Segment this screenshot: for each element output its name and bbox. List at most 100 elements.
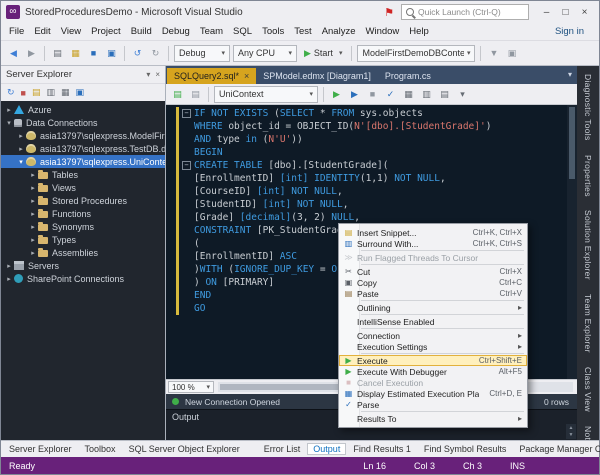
menu-project[interactable]: Project (86, 26, 126, 37)
context-results-to[interactable]: Results To▸ (339, 413, 527, 424)
context-outlining[interactable]: Outlining▸ (339, 302, 527, 313)
tab-program-cs[interactable]: Program.cs (378, 68, 438, 84)
menu-edit[interactable]: Edit (29, 26, 55, 37)
menu-debug[interactable]: Debug (157, 26, 195, 37)
context-cancel-execution[interactable]: ■Cancel Execution (339, 377, 527, 388)
tree-item-data-connections[interactable]: ▾Data Connections (1, 116, 165, 129)
tree-collapsed-icon[interactable]: ▸ (28, 223, 38, 231)
context-run-flagged-threads-to-cursor[interactable]: ≫Run Flagged Threads To Cursor (339, 252, 527, 263)
tab-sqlquery2-sql[interactable]: SQLQuery2.sql*× (167, 68, 256, 84)
tree-expanded-icon[interactable]: ▾ (4, 119, 14, 127)
connect-database-icon[interactable]: ▤ (32, 87, 41, 98)
breakpoint-margin[interactable] (166, 105, 176, 379)
bottom-tab-find-symbol-results[interactable]: Find Symbol Results (418, 443, 513, 455)
tree-collapsed-icon[interactable]: ▸ (28, 249, 38, 257)
scroll-up-icon[interactable]: ▲ (569, 425, 574, 431)
output-scrollbar[interactable]: ▲ ▼ (566, 424, 576, 439)
menu-help[interactable]: Help (404, 26, 434, 37)
redo-icon[interactable]: ↻ (148, 48, 163, 59)
new-query-icon[interactable]: ▣ (76, 87, 85, 98)
database-combo[interactable]: UniContext▾ (214, 86, 318, 103)
connect-icon[interactable]: ▤ (170, 89, 185, 100)
open-file-icon[interactable]: ▦ (68, 48, 83, 59)
close-icon[interactable]: × (244, 71, 249, 81)
quick-launch-box[interactable]: Quick Launch (Ctrl-Q) (401, 4, 529, 20)
nav-forward-icon[interactable]: ▶ (24, 48, 39, 59)
db-context-combo[interactable]: ModelFirstDemoDBContext▾ (357, 45, 475, 62)
tree-collapsed-icon[interactable]: ▸ (16, 132, 26, 140)
context-paste[interactable]: ▤PasteCtrl+V (339, 288, 527, 299)
refresh-icon[interactable]: ↻ (7, 87, 15, 98)
panel-close-icon[interactable]: × (155, 70, 160, 79)
minimize-button[interactable]: – (537, 4, 556, 21)
sign-in-link[interactable]: Sign in (555, 26, 596, 37)
context-insert-snippet[interactable]: ▤Insert Snippet...Ctrl+K, Ctrl+X (339, 227, 527, 238)
find-in-files-icon[interactable]: ▼ (486, 48, 501, 58)
menu-test[interactable]: Test (289, 26, 316, 37)
notification-flag-icon[interactable]: ⚑ (384, 6, 394, 19)
tree-collapsed-icon[interactable]: ▸ (16, 145, 26, 153)
scroll-down-icon[interactable]: ▼ (569, 432, 574, 438)
menu-team[interactable]: Team (195, 26, 228, 37)
tree-item-asia13797-sqlexpress-unicontext-dbo[interactable]: ▾asia13797\sqlexpress.UniContext.dbo (1, 155, 165, 168)
execute-query-icon[interactable]: ▶ (329, 89, 344, 100)
tree-item-asia13797-sqlexpress-modelfirstdemodb-dbo[interactable]: ▸asia13797\sqlexpress.ModelFirstDemoDB.d… (1, 129, 165, 142)
connect-sharepoint-icon[interactable]: ▦ (61, 87, 70, 98)
cancel-execution-icon[interactable]: ■ (365, 89, 380, 99)
maximize-button[interactable]: □ (556, 4, 575, 21)
context-execute[interactable]: ▶ExecuteCtrl+Shift+E (339, 355, 527, 366)
tree-item-types[interactable]: ▸Types (1, 233, 165, 246)
bottom-tab-find-results-1[interactable]: Find Results 1 (347, 443, 417, 455)
new-file-icon[interactable]: ▤ (50, 48, 65, 59)
tree-item-stored-procedures[interactable]: ▸Stored Procedures (1, 194, 165, 207)
tab-list-icon[interactable]: ▾ (568, 70, 572, 79)
tree-item-sharepoint-connections[interactable]: ▸SharePoint Connections (1, 272, 165, 285)
bottom-tab-package-manager-console[interactable]: Package Manager Console (513, 443, 600, 455)
undo-icon[interactable]: ↺ (130, 48, 145, 59)
context-execute-with-debugger[interactable]: ▶Execute With DebuggerAlt+F5 (339, 366, 527, 377)
tree-expanded-icon[interactable]: ▾ (16, 158, 26, 166)
stop-refresh-icon[interactable]: ■ (21, 88, 26, 98)
tree-item-views[interactable]: ▸Views (1, 181, 165, 194)
nav-back-icon[interactable]: ◀ (6, 48, 21, 59)
tree-item-functions[interactable]: ▸Functions (1, 207, 165, 220)
zoom-combo[interactable]: 100 % ▾ (168, 381, 214, 393)
bottom-tab-error-list[interactable]: Error List (258, 443, 307, 455)
tree-item-tables[interactable]: ▸Tables (1, 168, 165, 181)
disconnect-icon[interactable]: ▤ (188, 89, 203, 100)
context-display-estimated-execution-plan[interactable]: ▦Display Estimated Execution PlanCtrl+D,… (339, 388, 527, 399)
fold-marker-icon[interactable]: − (182, 109, 191, 118)
bottom-tab-server-explorer[interactable]: Server Explorer (3, 443, 78, 455)
start-debugging-button[interactable]: ▶Start▾ (300, 45, 346, 62)
tree-collapsed-icon[interactable]: ▸ (28, 210, 38, 218)
scrollbar-thumb[interactable] (569, 107, 575, 179)
editor-vscrollbar[interactable] (567, 105, 577, 379)
menu-tools[interactable]: Tools (257, 26, 289, 37)
menu-file[interactable]: File (4, 26, 29, 37)
tab-spmodel-edmx-diagram1[interactable]: SPModel.edmx [Diagram1] (256, 68, 378, 84)
save-all-icon[interactable]: ▣ (104, 48, 119, 59)
tree-item-asia13797-sqlexpress-testdb-dbo[interactable]: ▸asia13797\sqlexpress.TestDB.dbo (1, 142, 165, 155)
context-connection[interactable]: Connection▸ (339, 330, 527, 341)
tree-item-azure[interactable]: ▸Azure (1, 103, 165, 116)
tree-collapsed-icon[interactable]: ▸ (28, 197, 38, 205)
bottom-tab-sql-server-object-explorer[interactable]: SQL Server Object Explorer (123, 443, 246, 455)
context-surround-with[interactable]: ▥Surround With...Ctrl+K, Ctrl+S (339, 238, 527, 249)
right-tab-class-view[interactable]: Class View (583, 367, 593, 412)
estimated-plan-icon[interactable]: ▦ (401, 89, 416, 100)
execute-with-debugger-icon[interactable]: ▶ (347, 89, 362, 100)
menu-sql[interactable]: SQL (228, 26, 257, 37)
query-options-icon[interactable]: ▾ (455, 89, 470, 100)
title-bar[interactable]: ∞ StoredProceduresDemo - Microsoft Visua… (1, 1, 599, 23)
context-parse[interactable]: ✓Parse (339, 399, 527, 410)
close-button[interactable]: × (575, 4, 594, 21)
tree-item-synonyms[interactable]: ▸Synonyms (1, 220, 165, 233)
tree-collapsed-icon[interactable]: ▸ (28, 236, 38, 244)
parse-query-icon[interactable]: ✓ (383, 89, 398, 100)
context-intellisense-enabled[interactable]: IntelliSense Enabled (339, 316, 527, 327)
tree-collapsed-icon[interactable]: ▸ (28, 171, 38, 179)
tree-collapsed-icon[interactable]: ▸ (28, 184, 38, 192)
right-tab-diagnostic-tools[interactable]: Diagnostic Tools (583, 74, 593, 141)
right-tab-solution-explorer[interactable]: Solution Explorer (583, 210, 593, 280)
right-tab-properties[interactable]: Properties (583, 155, 593, 197)
